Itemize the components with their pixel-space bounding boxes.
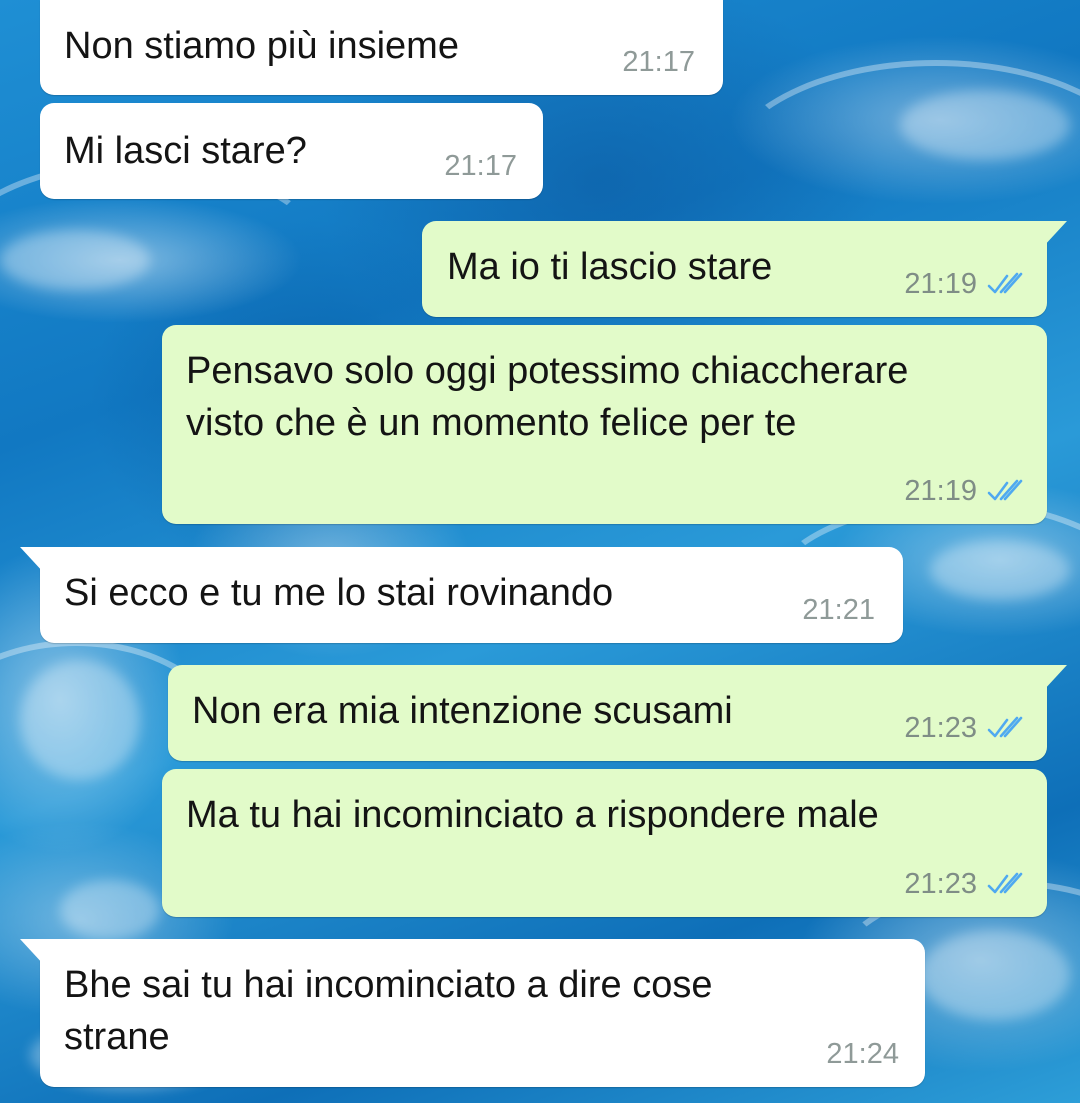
message-bubble-incoming[interactable]: Si ecco e tu me lo stai rovinando 21:21 xyxy=(20,547,903,643)
message-text: Ma tu hai incominciato a rispondere male xyxy=(186,794,879,836)
message-meta: 21:21 xyxy=(802,593,875,627)
message-timestamp: 21:17 xyxy=(444,150,517,182)
message-bubble-incoming[interactable]: Non stiamo più insieme 21:17 xyxy=(40,0,723,95)
message-bubble-outgoing[interactable]: Ma tu hai incominciato a rispondere male… xyxy=(162,769,1047,917)
message-bubble-outgoing[interactable]: Ma io ti lascio stare 21:19 xyxy=(422,221,1067,317)
read-double-check-icon xyxy=(987,479,1023,501)
message-text: Mi lasci stare? xyxy=(64,130,307,172)
message-text: Si ecco e tu me lo stai rovinando xyxy=(64,572,614,614)
message-meta: 21:24 xyxy=(826,1037,899,1071)
message-timestamp: 21:21 xyxy=(802,594,875,626)
message-meta: 21:19 xyxy=(904,267,1023,301)
message-text: Ma io ti lascio stare xyxy=(447,246,773,288)
message-timestamp: 21:19 xyxy=(904,475,977,507)
message-meta: 21:19 xyxy=(904,474,1023,508)
message-text: Pensavo solo oggi potessimo chiaccherare… xyxy=(186,350,909,444)
message-timestamp: 21:19 xyxy=(904,268,977,300)
message-meta: 21:17 xyxy=(622,45,695,79)
read-double-check-icon xyxy=(987,872,1023,894)
message-meta: 21:23 xyxy=(904,867,1023,901)
message-meta: 21:17 xyxy=(444,149,517,183)
message-timestamp: 21:23 xyxy=(904,712,977,744)
message-timestamp: 21:24 xyxy=(826,1038,899,1070)
bubble-tail xyxy=(1043,665,1067,691)
bubble-tail xyxy=(20,939,44,965)
message-text: Non stiamo più insieme xyxy=(64,25,459,67)
bubble-tail xyxy=(1043,221,1067,247)
read-double-check-icon xyxy=(987,272,1023,294)
message-timestamp: 21:17 xyxy=(622,46,695,78)
read-double-check-icon xyxy=(987,716,1023,738)
message-timestamp: 21:23 xyxy=(904,868,977,900)
message-bubble-outgoing[interactable]: Pensavo solo oggi potessimo chiaccherare… xyxy=(162,325,1047,524)
message-bubble-outgoing[interactable]: Non era mia intenzione scusami 21:23 xyxy=(168,665,1067,761)
message-text: Bhe sai tu hai incominciato a dire cose … xyxy=(64,964,713,1058)
message-text: Non era mia intenzione scusami xyxy=(192,690,733,732)
message-bubble-incoming[interactable]: Mi lasci stare? 21:17 xyxy=(40,103,543,199)
bubble-tail xyxy=(20,547,44,573)
message-bubble-incoming[interactable]: Bhe sai tu hai incominciato a dire cose … xyxy=(20,939,925,1087)
message-meta: 21:23 xyxy=(904,711,1023,745)
